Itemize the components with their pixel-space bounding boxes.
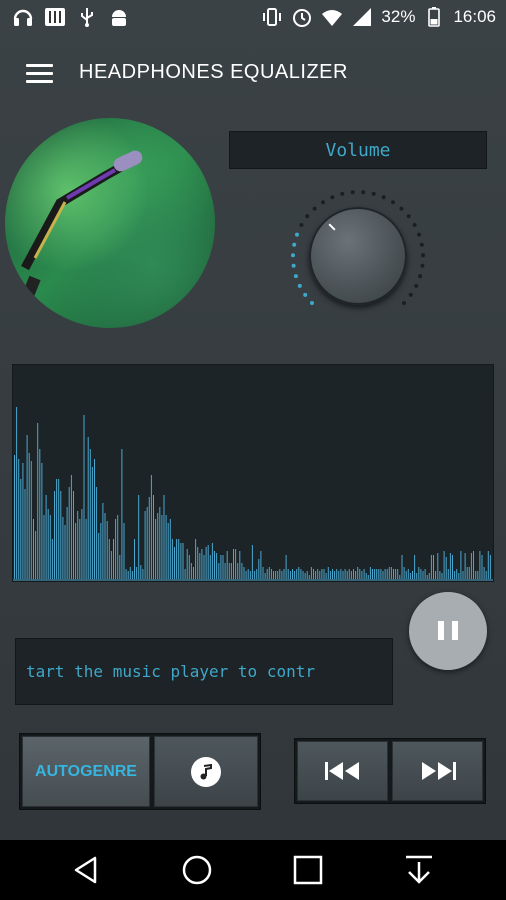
clock: 16:06	[453, 7, 496, 26]
album-art	[5, 118, 215, 328]
equalizer-app-icon	[44, 6, 66, 28]
recents-icon[interactable]	[288, 850, 328, 890]
volume-dot	[291, 253, 295, 258]
volume-dot	[293, 274, 298, 279]
back-icon[interactable]	[66, 850, 106, 890]
transport-controls	[294, 738, 486, 804]
status-bar: 32% 16:06	[0, 0, 506, 34]
vibrate-icon	[261, 6, 283, 28]
volume-dot	[418, 274, 423, 279]
pause-icon	[438, 621, 444, 640]
pause-icon-bar	[452, 621, 458, 640]
volume-dot	[305, 214, 310, 219]
music-note-icon	[191, 756, 221, 787]
volume-dot	[330, 195, 335, 200]
volume-dot	[312, 206, 317, 211]
system-nav-bar	[0, 840, 506, 900]
volume-dot	[291, 263, 296, 268]
volume-dot	[421, 253, 425, 258]
fast-forward-icon	[421, 762, 456, 780]
previous-button[interactable]	[297, 741, 388, 801]
microphone-icon	[9, 150, 143, 328]
volume-knob-area[interactable]	[287, 186, 429, 328]
alarm-icon	[291, 6, 313, 28]
volume-dot	[303, 292, 308, 297]
volume-dot	[310, 301, 314, 305]
volume-label: Volume	[229, 131, 487, 169]
volume-dot	[402, 301, 406, 305]
now-playing-ticker: tart the music player to contr	[15, 638, 393, 705]
download-icon[interactable]	[399, 850, 439, 890]
battery-icon	[423, 6, 445, 28]
volume-dot	[414, 283, 419, 288]
app-bar: HEADPHONES EQUALIZER	[0, 40, 506, 106]
battery-percent: 32%	[381, 7, 416, 26]
volume-dot	[406, 214, 411, 219]
home-icon[interactable]	[177, 850, 217, 890]
volume-dot	[321, 200, 325, 205]
android-debug-icon	[108, 6, 130, 28]
volume-dot	[420, 263, 425, 268]
volume-knob[interactable]	[309, 207, 407, 305]
volume-dot	[350, 190, 355, 195]
volume-dot	[419, 242, 424, 247]
volume-dot	[408, 292, 413, 297]
rewind-icon	[324, 762, 359, 780]
volume-dot	[297, 283, 302, 288]
wifi-icon	[321, 6, 343, 28]
volume-dot	[381, 195, 386, 200]
volume-dot	[391, 200, 395, 205]
spectrum-bars	[13, 407, 493, 581]
pause-button[interactable]	[409, 592, 487, 670]
volume-dot	[295, 232, 299, 237]
volume-dot	[399, 206, 404, 211]
signal-icon	[351, 6, 373, 28]
spectrum-analyzer	[12, 364, 494, 582]
volume-dot	[340, 191, 345, 196]
volume-dot	[361, 190, 366, 195]
app-screen: 32% 16:06 HEADPHONES EQUALIZER Volume ta…	[0, 0, 506, 840]
genre-controls: AUTOGENRE	[19, 733, 261, 810]
usb-icon	[76, 6, 98, 28]
music-player-button[interactable]	[154, 736, 258, 807]
volume-dot	[371, 191, 376, 196]
page-title: HEADPHONES EQUALIZER	[79, 61, 348, 83]
hamburger-menu-icon[interactable]	[26, 64, 53, 84]
autogenre-button[interactable]: AUTOGENRE	[22, 736, 150, 807]
volume-dot	[299, 223, 304, 227]
volume-dot	[412, 223, 417, 227]
volume-dot	[417, 232, 421, 237]
next-button[interactable]	[392, 741, 483, 801]
volume-dot	[292, 242, 297, 247]
headphones-icon	[12, 6, 34, 28]
knob-indicator	[328, 223, 336, 231]
